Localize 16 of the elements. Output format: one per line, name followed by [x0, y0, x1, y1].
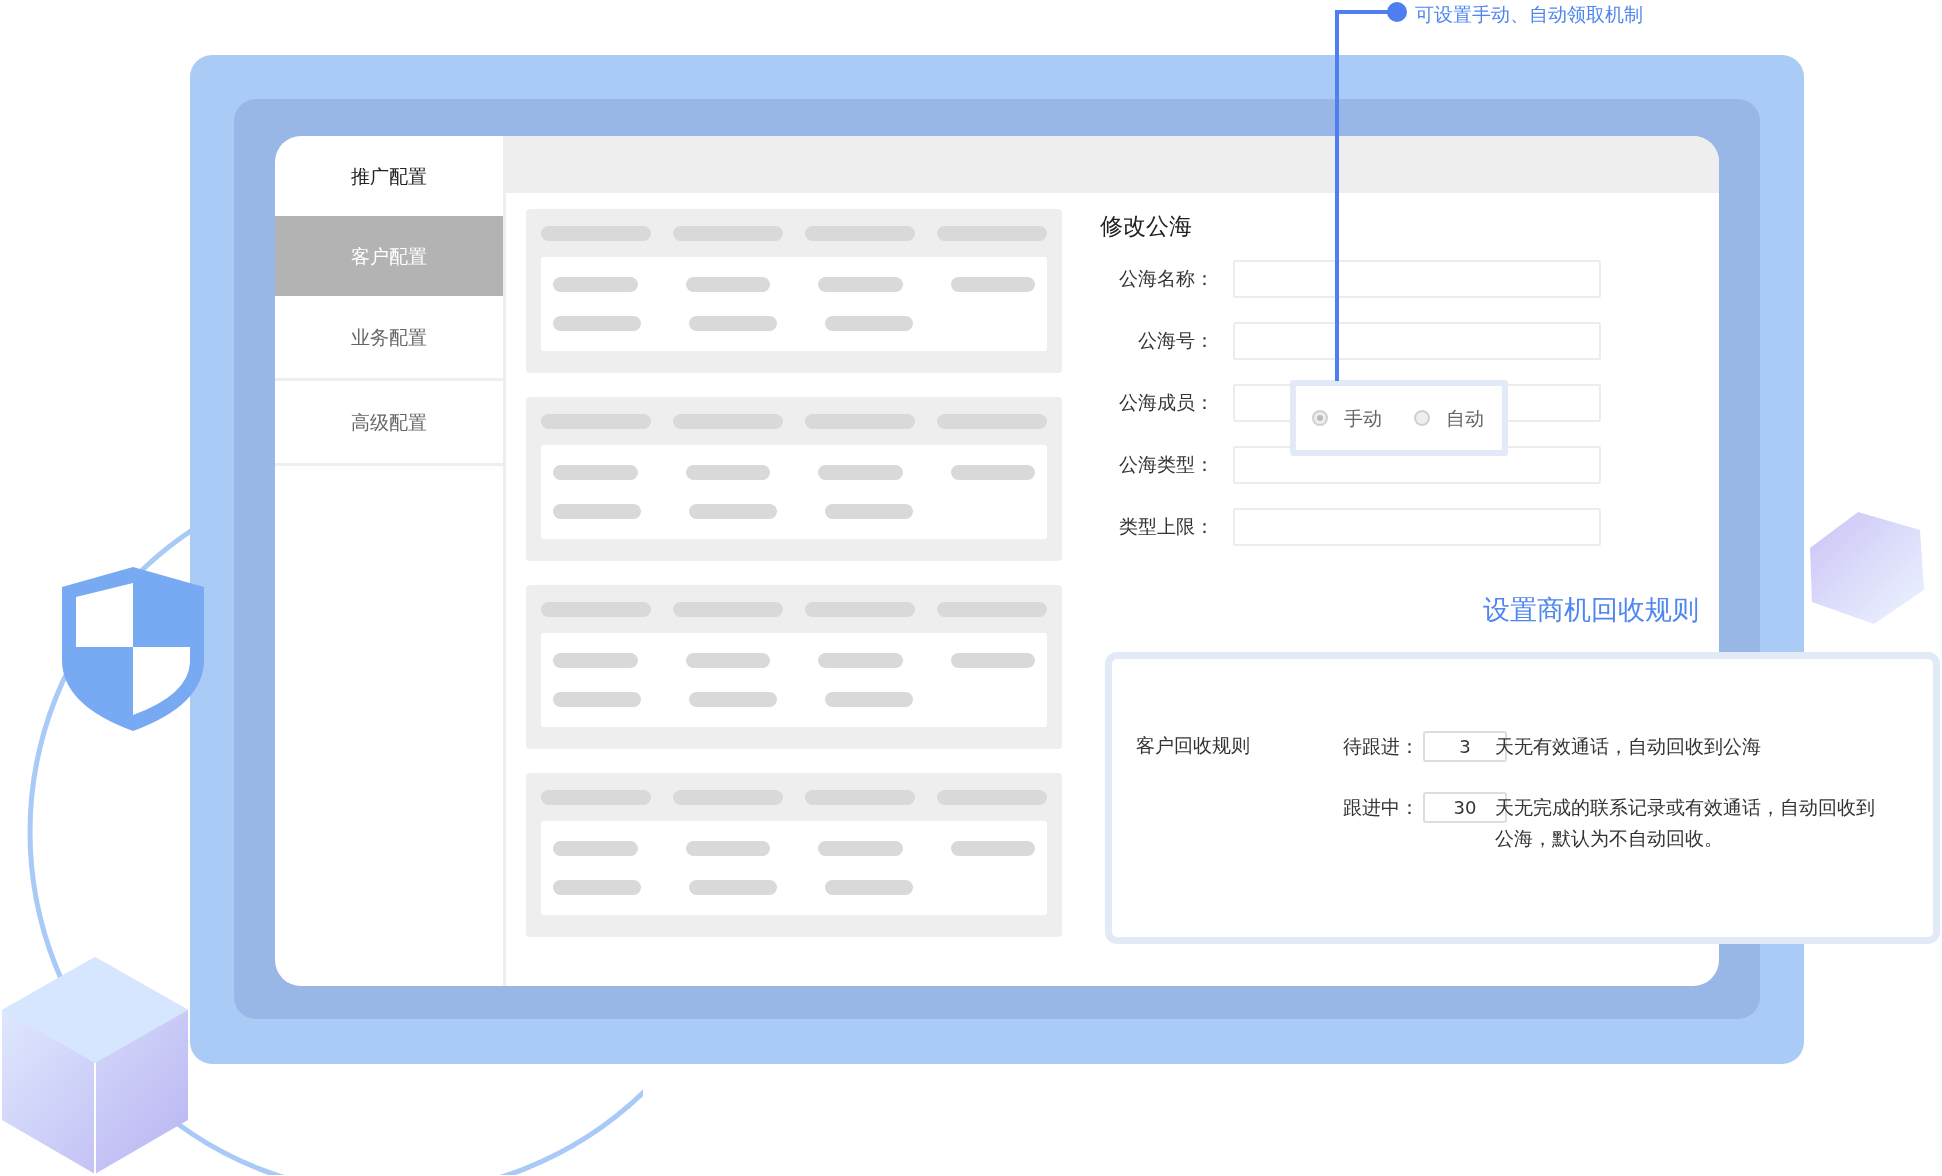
- sidebar-item[interactable]: 推广配置: [275, 136, 503, 216]
- option-label: 自动: [1446, 405, 1484, 431]
- field-label: 公海名称：: [1118, 266, 1214, 292]
- rules-link[interactable]: 设置商机回收规则: [1483, 590, 1699, 631]
- field-label: 类型上限：: [1118, 514, 1214, 540]
- sidebar-item[interactable]: 业务配置: [275, 296, 503, 381]
- field-label: 公海类型：: [1118, 452, 1214, 478]
- rules-title: 客户回收规则: [1136, 733, 1251, 758]
- form-title: 修改公海: [1100, 212, 1193, 241]
- annotation-text: 可设置手动、自动领取机制: [1415, 2, 1643, 27]
- rule-label: 跟进中：: [1343, 795, 1419, 820]
- rule-label: 待跟进：: [1343, 734, 1419, 759]
- field-label: 公海成员：: [1118, 390, 1214, 416]
- sidebar-item[interactable]: 高级配置: [275, 381, 503, 466]
- field-label: 公海号：: [1137, 328, 1214, 354]
- option-label: 手动: [1344, 405, 1382, 431]
